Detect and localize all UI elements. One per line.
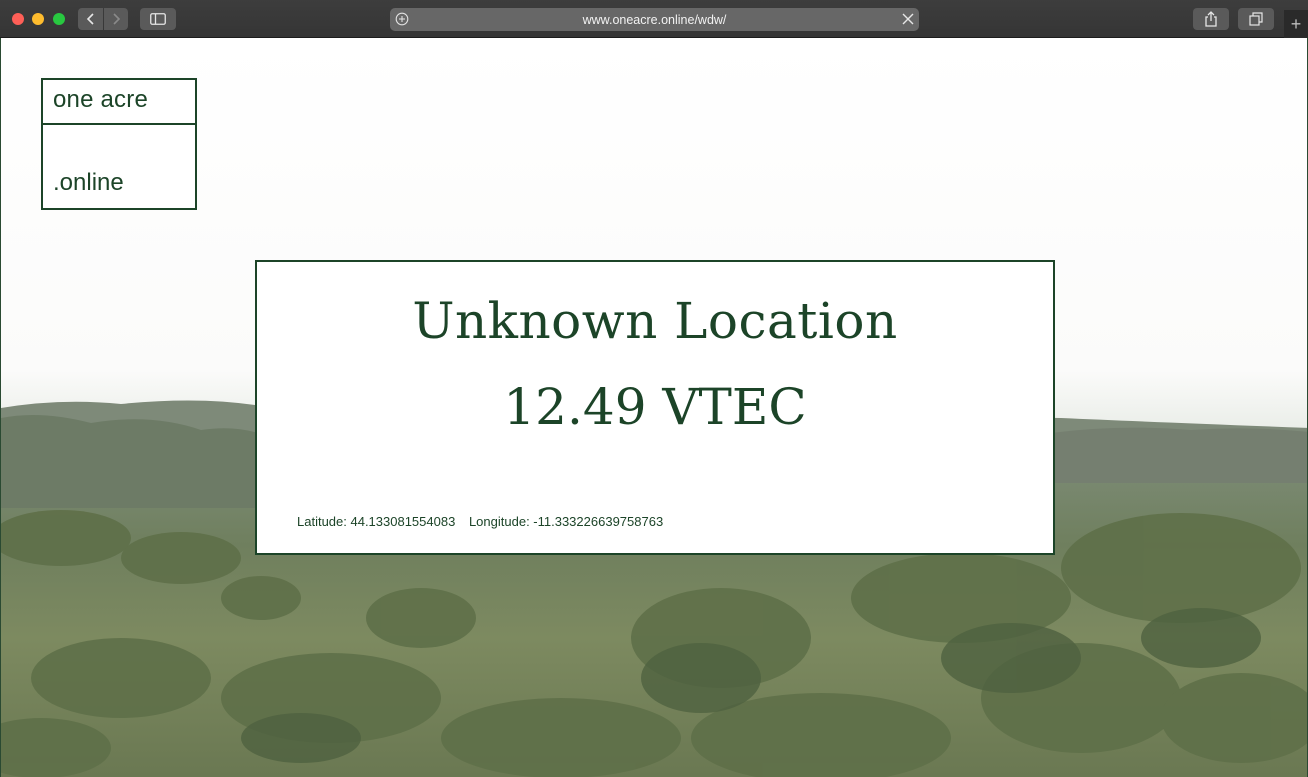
chevron-right-icon (113, 13, 121, 25)
address-bar[interactable]: www.oneacre.online/wdw/ (390, 8, 919, 31)
logo-line-2: .online (53, 169, 124, 196)
coordinates: Latitude: 44.133081554083 Longitude: -11… (297, 514, 673, 529)
chevron-left-icon (86, 13, 94, 25)
page-viewport: one acre .online Unknown Location 12.49 … (0, 38, 1308, 777)
window-maximize-button[interactable] (53, 13, 65, 25)
logo-line-1: one acre (43, 80, 195, 125)
plus-circle-icon[interactable] (395, 12, 409, 26)
close-icon[interactable] (901, 12, 915, 26)
new-tab-button[interactable]: + (1284, 10, 1308, 38)
browser-toolbar: www.oneacre.online/wdw/ + (0, 0, 1308, 38)
vtec-value: 12.49 VTEC (503, 378, 807, 436)
forward-button[interactable] (104, 8, 128, 30)
share-icon (1205, 11, 1217, 27)
sidebar-toggle-button[interactable] (140, 8, 176, 30)
tabs-overview-icon (1249, 12, 1263, 26)
tab-overview-button[interactable] (1238, 8, 1274, 30)
location-card: Unknown Location 12.49 VTEC Latitude: 44… (255, 260, 1055, 555)
window-close-button[interactable] (12, 13, 24, 25)
plus-icon: + (1290, 13, 1302, 34)
site-logo[interactable]: one acre .online (41, 78, 197, 210)
longitude-label: Longitude: -11.333226639758763 (468, 514, 664, 529)
location-title: Unknown Location (412, 292, 898, 350)
share-button[interactable] (1193, 8, 1229, 30)
window-minimize-button[interactable] (32, 13, 44, 25)
latitude-label: Latitude: 44.133081554083 (297, 514, 456, 529)
back-button[interactable] (78, 8, 103, 30)
url-text: www.oneacre.online/wdw/ (582, 12, 727, 27)
sidebar-icon (150, 13, 166, 25)
